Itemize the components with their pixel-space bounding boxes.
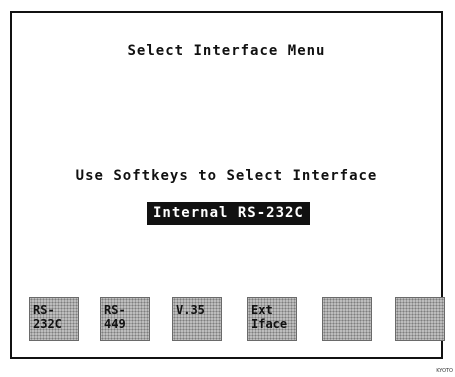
softkey-rs449-button[interactable]: RS- 449 (100, 297, 150, 341)
selected-interface-highlight: Internal RS-232C (147, 202, 310, 225)
softkey-label-line1: Ext (251, 303, 273, 317)
menu-title: Select Interface Menu (127, 43, 326, 59)
softkey-blank-5-button[interactable] (322, 297, 372, 341)
softkey-label-line1: V.35 (176, 303, 205, 317)
softkey-bar: RS- 232C RS- 449 V.35 Ext Iface (12, 297, 445, 341)
softkey-rs232c-button[interactable]: RS- 232C (29, 297, 79, 341)
softkey-label-line2: Iface (251, 317, 288, 331)
figure-corner-mark: KYOTO (436, 368, 453, 374)
softkey-ext-iface-button[interactable]: Ext Iface (247, 297, 297, 341)
softkey-blank-6-button[interactable] (395, 297, 445, 341)
softkey-label-line2: 449 (104, 317, 126, 331)
instruction-text: Use Softkeys to Select Interface (75, 168, 378, 184)
softkey-label-line2: 232C (33, 317, 62, 331)
softkey-label-line1: RS- (33, 303, 55, 317)
instrument-screen: Select Interface Menu Use Softkeys to Se… (10, 11, 445, 359)
softkey-label-line1: RS- (104, 303, 126, 317)
softkey-v35-button[interactable]: V.35 (172, 297, 222, 341)
